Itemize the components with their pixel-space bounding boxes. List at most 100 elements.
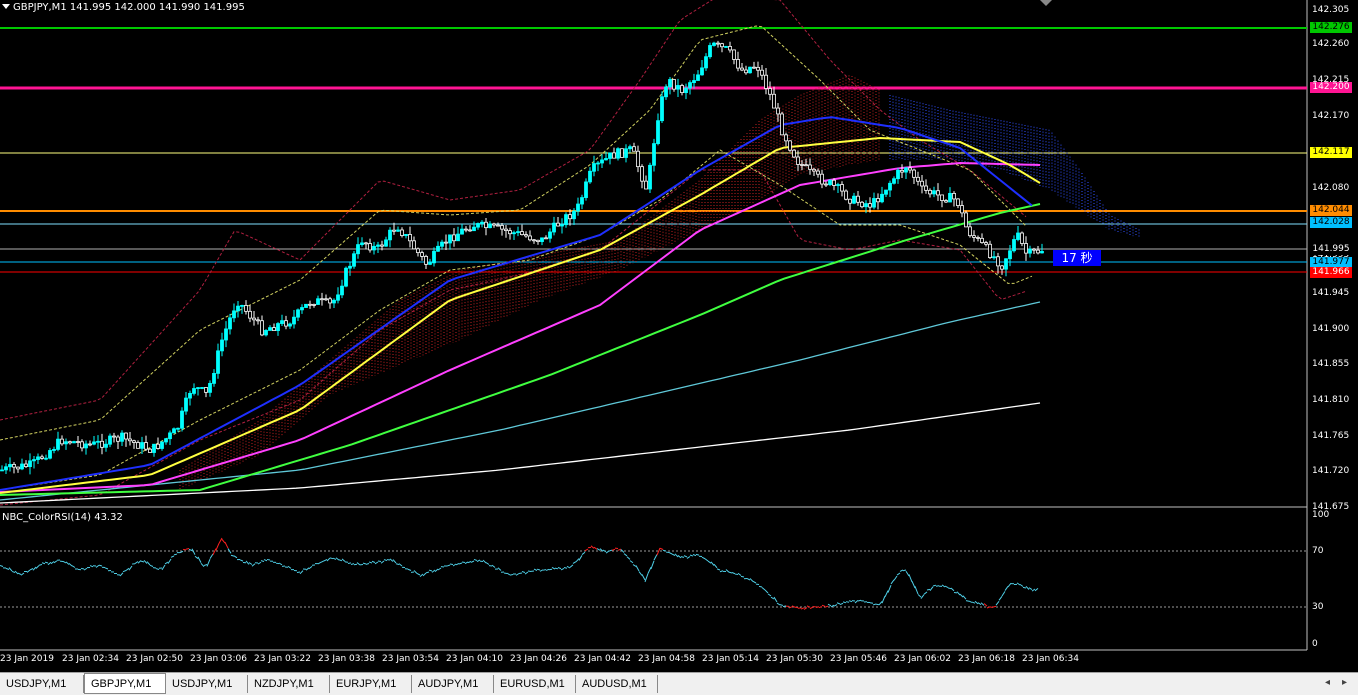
rsi-segment — [465, 562, 468, 564]
candle-body — [657, 121, 660, 144]
candle-body — [573, 211, 576, 219]
candle-body — [241, 305, 244, 306]
rsi-segment — [33, 567, 36, 570]
rsi-segment — [357, 563, 360, 565]
candle-body — [481, 222, 484, 223]
candle-body — [357, 245, 360, 254]
rsi-segment — [717, 569, 720, 570]
candle-body — [457, 234, 460, 241]
chart-tab[interactable]: NZDJPY,M1 — [248, 675, 330, 693]
candle-body — [61, 439, 64, 444]
candle-body — [717, 43, 720, 44]
chart-tab[interactable]: USDJPY,M1 — [166, 675, 248, 693]
candle-body — [773, 94, 776, 108]
price-level-label: 142.276 — [1310, 22, 1352, 33]
candle-body — [101, 441, 104, 447]
chart-tab-bar: USDJPY,M1GBPJPY,M1USDJPY,M1NZDJPY,M1EURJ… — [0, 672, 1358, 695]
chart-tab[interactable]: EURJPY,M1 — [330, 675, 412, 693]
chart-tab[interactable]: AUDUSD,M1 — [576, 675, 658, 693]
candle-body — [337, 295, 340, 300]
price-chart-canvas[interactable] — [0, 0, 1358, 672]
candle-body — [577, 204, 580, 211]
candle-body — [949, 193, 952, 202]
rsi-segment — [537, 569, 540, 570]
rsi-segment — [240, 560, 243, 561]
candle-body — [525, 235, 528, 236]
price-level-label: 141.966 — [1310, 267, 1352, 278]
candle-body — [541, 238, 544, 242]
tab-scroll-left-icon[interactable]: ◂ — [1325, 677, 1330, 688]
candle-body — [225, 329, 228, 340]
candle-body — [509, 231, 512, 234]
rsi-segment — [141, 561, 144, 562]
rsi-segment — [318, 562, 321, 564]
rsi-segment — [195, 556, 198, 558]
chevron-down-icon[interactable] — [1040, 0, 1052, 6]
rsi-segment — [69, 563, 72, 566]
candle-body — [293, 317, 296, 324]
rsi-segment — [906, 571, 909, 576]
candle-body — [549, 232, 552, 238]
candle-body — [529, 236, 532, 240]
rsi-segment — [624, 554, 627, 556]
rsi-segment — [150, 565, 153, 566]
moving-average-yellow — [0, 138, 1040, 493]
dropdown-arrow-icon[interactable] — [2, 4, 10, 9]
candle-body — [297, 310, 300, 317]
rsi-segment — [846, 602, 849, 603]
rsi-segment — [432, 570, 435, 572]
candle-body — [585, 182, 588, 198]
candle-body — [141, 443, 144, 449]
candle-body — [261, 321, 264, 335]
moving-average-teal — [0, 302, 1040, 500]
candle-body — [121, 433, 124, 441]
rsi-segment — [900, 570, 903, 571]
rsi-segment — [492, 565, 495, 567]
candle-body — [989, 244, 992, 257]
rsi-segment — [855, 600, 858, 603]
rsi-segment — [684, 556, 687, 557]
candle-body — [153, 444, 156, 452]
rsi-segment — [912, 581, 915, 588]
rsi-segment — [204, 564, 207, 565]
candle-body — [649, 165, 652, 189]
candle-body — [505, 229, 508, 230]
rsi-segment — [1035, 588, 1038, 590]
candle-body — [789, 141, 792, 150]
rsi-segment — [561, 568, 564, 570]
candle-body — [449, 235, 452, 243]
candle-body — [945, 201, 948, 202]
rsi-segment — [417, 573, 420, 575]
candle-body — [429, 263, 432, 265]
time-tick-label: 23 Jan 2019 — [0, 654, 54, 664]
candle-body — [197, 388, 200, 389]
chart-tab[interactable]: AUDJPY,M1 — [412, 675, 494, 693]
candle-body — [181, 411, 184, 428]
candle-body — [501, 225, 504, 229]
price-tick-label: 141.855 — [1312, 359, 1349, 369]
rsi-segment — [999, 596, 1002, 600]
price-tick-label: 141.900 — [1312, 324, 1349, 334]
rsi-segment — [759, 586, 762, 587]
chart-tab[interactable]: EURUSD,M1 — [494, 675, 576, 693]
tab-scroll-right-icon[interactable]: ▸ — [1342, 677, 1347, 688]
rsi-segment — [918, 594, 921, 597]
chart-tab[interactable]: GBPJPY,M1 — [84, 673, 166, 694]
candle-body — [557, 223, 560, 226]
price-tick-label: 141.810 — [1312, 395, 1349, 405]
rsi-segment — [207, 559, 210, 566]
candle-body — [57, 439, 60, 449]
rsi-segment — [366, 564, 369, 565]
candle-body — [189, 393, 192, 398]
candle-body — [77, 442, 80, 443]
candle-body — [233, 311, 236, 318]
candle-body — [937, 191, 940, 195]
rsi-segment — [741, 576, 744, 577]
rsi-segment — [105, 568, 108, 569]
rsi-segment — [630, 561, 633, 563]
time-tick-label: 23 Jan 05:46 — [830, 654, 887, 664]
rsi-segment — [372, 561, 375, 562]
candle-body — [833, 180, 836, 185]
chart-tab[interactable]: USDJPY,M1 — [0, 675, 84, 693]
rsi-segment — [96, 565, 99, 567]
